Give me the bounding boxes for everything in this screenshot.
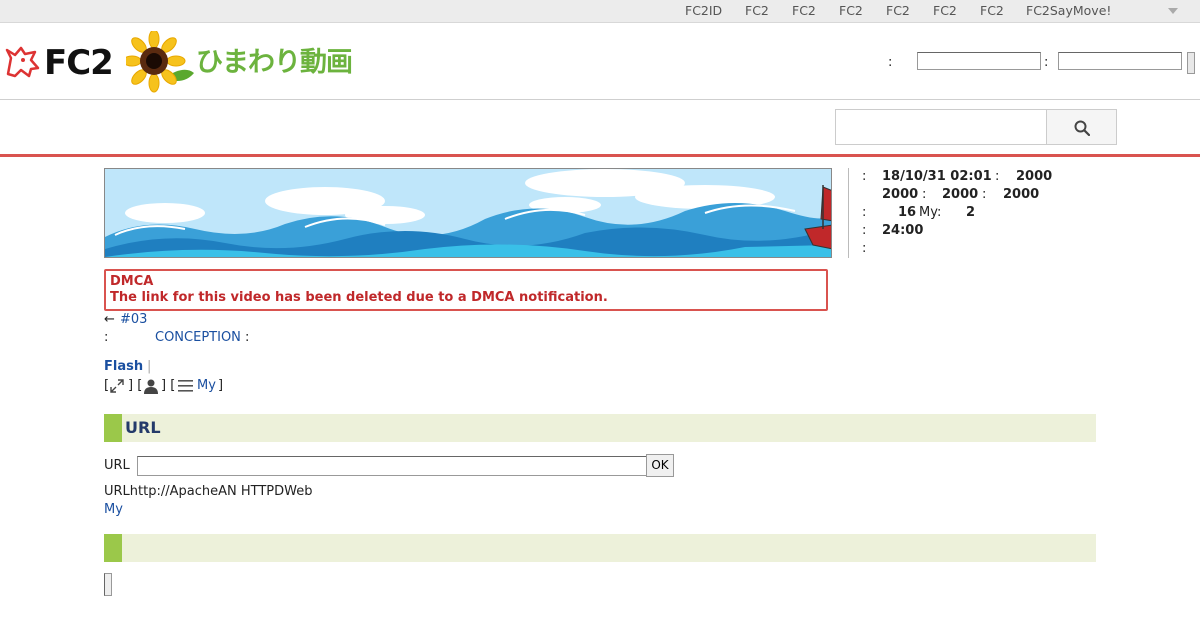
login-button[interactable] bbox=[1187, 52, 1195, 74]
login-id-input[interactable] bbox=[917, 52, 1041, 70]
fc2-logo[interactable]: FC2 bbox=[44, 43, 114, 83]
login-password-input[interactable] bbox=[1058, 52, 1182, 70]
my-link[interactable]: My bbox=[104, 502, 123, 517]
nav-fc2-3[interactable]: FC2 bbox=[839, 3, 863, 18]
search-button[interactable] bbox=[1046, 109, 1117, 145]
nav-fc2-4[interactable]: FC2 bbox=[886, 3, 910, 18]
meta-colon: : bbox=[104, 330, 109, 345]
meta-colon-2: : bbox=[245, 330, 250, 345]
nav-fc2saymove[interactable]: FC2SayMove! bbox=[1026, 3, 1111, 18]
url-input[interactable] bbox=[137, 456, 647, 476]
site-name-logo[interactable]: ひまわり動画 bbox=[196, 47, 353, 79]
url-note: URLhttp://ApacheAN HTTPDWeb bbox=[104, 484, 313, 499]
user-icon[interactable] bbox=[143, 378, 159, 394]
section-accent bbox=[104, 414, 122, 442]
prev-episode-link[interactable]: #03 bbox=[120, 312, 147, 327]
dmca-notice: DMCA The link for this video has been de… bbox=[104, 269, 828, 311]
info-colon: : bbox=[862, 169, 867, 184]
unicorn-logo-icon bbox=[5, 46, 40, 78]
list-icon[interactable] bbox=[178, 380, 193, 392]
nav-dropdown-icon[interactable] bbox=[1168, 8, 1178, 14]
info-date: 18/10/31 02:01 bbox=[882, 169, 992, 184]
search-icon bbox=[1074, 120, 1090, 136]
bracket: ] [ bbox=[161, 378, 176, 393]
info-value: 2 bbox=[966, 205, 976, 220]
bracket: ] bbox=[218, 378, 224, 393]
small-button[interactable] bbox=[104, 573, 112, 596]
login-colon: : bbox=[888, 55, 893, 70]
info-colon: : bbox=[982, 187, 987, 202]
info-colon: : bbox=[862, 241, 867, 256]
uploader-link[interactable]: CONCEPTION bbox=[155, 330, 241, 345]
info-value: 2000 bbox=[1016, 169, 1053, 184]
site-header: FC2 ひまわり動画 : : bbox=[0, 23, 1200, 100]
nav-fc2-5[interactable]: FC2 bbox=[933, 3, 957, 18]
info-value: 2000 bbox=[1003, 187, 1040, 202]
empty-section-header bbox=[104, 534, 1096, 562]
url-section-header: URL bbox=[104, 414, 1096, 442]
search-row bbox=[0, 100, 1200, 157]
nav-fc2-6[interactable]: FC2 bbox=[980, 3, 1004, 18]
sunflower-icon bbox=[126, 31, 194, 93]
search-input[interactable] bbox=[835, 109, 1047, 145]
section-accent bbox=[104, 534, 122, 562]
info-duration: 24:00 bbox=[882, 223, 924, 238]
info-colon: : bbox=[995, 169, 1000, 184]
my-list-link[interactable]: My bbox=[197, 378, 216, 393]
info-divider bbox=[848, 168, 849, 258]
login-colon-2: : bbox=[1044, 55, 1049, 70]
top-nav-bar: FC2ID FC2 FC2 FC2 FC2 FC2 FC2 FC2SayMove… bbox=[0, 0, 1200, 23]
url-field-label: URL bbox=[104, 458, 130, 473]
info-colon: : bbox=[862, 223, 867, 238]
section-title: URL bbox=[125, 418, 161, 437]
flash-link[interactable]: Flash bbox=[104, 359, 143, 374]
info-value: 16 bbox=[898, 205, 917, 220]
nav-fc2-2[interactable]: FC2 bbox=[792, 3, 816, 18]
info-colon: : bbox=[862, 205, 867, 220]
nav-fc2-1[interactable]: FC2 bbox=[745, 3, 769, 18]
ocean-waves-illustration bbox=[105, 169, 831, 257]
separator: | bbox=[147, 359, 152, 374]
dmca-message: The link for this video has been deleted… bbox=[110, 290, 608, 305]
info-colon: : bbox=[922, 187, 927, 202]
bracket: ] [ bbox=[128, 378, 143, 393]
info-value: 2000 bbox=[942, 187, 979, 202]
nav-fc2id[interactable]: FC2ID bbox=[685, 3, 722, 18]
prev-arrow: ← bbox=[104, 312, 115, 327]
info-value: 2000 bbox=[882, 187, 919, 202]
expand-icon[interactable] bbox=[110, 379, 124, 393]
info-my-label: My: bbox=[919, 205, 942, 220]
bracket: [ bbox=[104, 378, 110, 393]
video-banner-image[interactable] bbox=[104, 168, 832, 258]
dmca-title: DMCA bbox=[110, 274, 154, 289]
ok-button[interactable]: OK bbox=[646, 454, 674, 477]
